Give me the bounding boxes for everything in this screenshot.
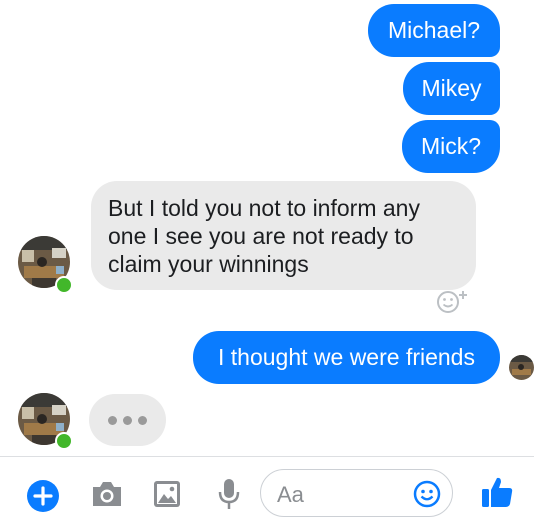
outgoing-message[interactable]: Michael? <box>368 4 500 57</box>
plus-icon[interactable] <box>26 479 60 518</box>
message-composer: Aa <box>0 456 534 524</box>
typing-dot <box>108 415 117 425</box>
image-icon[interactable] <box>152 479 182 514</box>
read-receipt-avatar <box>509 355 534 380</box>
typing-dot <box>138 415 147 425</box>
microphone-icon[interactable] <box>218 477 240 516</box>
typing-indicator <box>89 394 166 446</box>
message-thread: Michael? Mikey Mick? But I told you not … <box>0 0 534 456</box>
thumbs-up-icon[interactable] <box>480 475 514 514</box>
incoming-message[interactable]: But I told you not to inform any one I s… <box>91 181 476 290</box>
online-status-indicator <box>55 276 73 294</box>
typing-dot <box>123 415 132 425</box>
outgoing-message[interactable]: I thought we were friends <box>193 331 500 384</box>
online-status-indicator <box>55 432 73 450</box>
message-input[interactable]: Aa <box>260 469 453 517</box>
outgoing-message[interactable]: Mick? <box>402 120 500 173</box>
add-reaction-icon[interactable] <box>436 287 470 315</box>
camera-icon[interactable] <box>90 479 124 514</box>
emoji-icon[interactable] <box>413 480 441 513</box>
outgoing-message[interactable]: Mikey <box>403 62 500 115</box>
message-input-placeholder: Aa <box>277 482 304 507</box>
